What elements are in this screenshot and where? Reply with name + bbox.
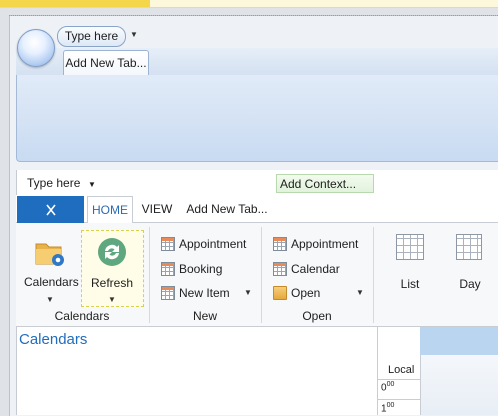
new-appointment-label: Appointment — [179, 237, 247, 251]
list-view-button[interactable]: List — [390, 277, 430, 291]
folder-settings-icon — [35, 243, 64, 266]
open-appointment-label: Appointment — [291, 237, 359, 251]
time-ruler-divider — [378, 399, 420, 400]
open-label: Open — [291, 286, 321, 300]
calendar-icon — [161, 262, 175, 276]
connection-icon — [45, 204, 56, 216]
group-separator — [373, 227, 374, 323]
open-appointment-button[interactable]: Appointment — [273, 234, 358, 254]
tab-view[interactable]: VIEW — [139, 196, 175, 222]
calendar-icon — [273, 262, 287, 276]
day-header[interactable] — [420, 327, 498, 355]
refresh-icon — [96, 236, 128, 268]
add-context-button[interactable]: Add Context... — [276, 174, 374, 193]
time-ruler-divider — [378, 379, 420, 380]
group-label-calendars: Calendars — [54, 309, 110, 323]
day-column[interactable] — [420, 355, 498, 415]
calendar-icon — [273, 237, 287, 251]
refresh-dropdown-icon[interactable]: ▼ — [108, 295, 116, 304]
folder-icon — [273, 286, 287, 300]
outer-tab-add-new[interactable]: Add New Tab... — [63, 50, 149, 76]
outer-qat-dropdown-icon[interactable]: ▼ — [130, 30, 138, 39]
tab-add-new[interactable]: Add New Tab... — [183, 196, 271, 222]
calendar-icon — [161, 237, 175, 251]
day-view-icon[interactable] — [456, 234, 482, 260]
group-label-open: Open — [302, 309, 332, 323]
calendars-button-label[interactable]: Calendars — [24, 275, 79, 289]
calendars-pane-title: Calendars — [19, 331, 88, 348]
timezone-label: Local — [388, 364, 415, 376]
application-orb-button[interactable] — [17, 29, 55, 67]
refresh-button-label[interactable]: Refresh — [88, 276, 136, 290]
time-slot-label: 100 — [381, 402, 395, 415]
outer-ribbon-panel — [16, 75, 498, 162]
new-appointment-button[interactable]: Appointment — [161, 234, 246, 254]
new-booking-label: Booking — [179, 262, 223, 276]
new-item-dropdown-icon[interactable]: ▼ — [244, 288, 252, 297]
new-booking-button[interactable]: Booking — [161, 259, 222, 279]
calendars-button[interactable] — [33, 236, 67, 270]
day-view-button[interactable]: Day — [450, 277, 490, 291]
top-strip-tab — [0, 0, 150, 7]
file-tab[interactable] — [17, 196, 84, 223]
tab-home[interactable]: HOME — [87, 196, 133, 225]
open-calendar-button[interactable]: Calendar — [273, 259, 340, 279]
qat-label[interactable]: Type here — [27, 176, 80, 190]
list-view-icon[interactable] — [396, 234, 424, 260]
open-button[interactable]: Open — [273, 283, 320, 303]
outer-window-dotted-border — [9, 15, 498, 20]
group-label-new: New — [192, 309, 217, 323]
outer-qat-label[interactable]: Type here — [57, 26, 126, 47]
open-calendar-label: Calendar — [291, 262, 340, 276]
grid-icon — [161, 286, 175, 300]
open-dropdown-icon[interactable]: ▼ — [356, 288, 364, 297]
time-slot-label: 000 — [381, 381, 395, 394]
calendars-dropdown-icon[interactable]: ▼ — [46, 295, 54, 304]
top-strip — [0, 0, 498, 8]
qat-dropdown-icon[interactable]: ▼ — [88, 180, 96, 189]
new-item-button[interactable]: New Item — [161, 283, 230, 303]
new-item-label: New Item — [179, 286, 230, 300]
